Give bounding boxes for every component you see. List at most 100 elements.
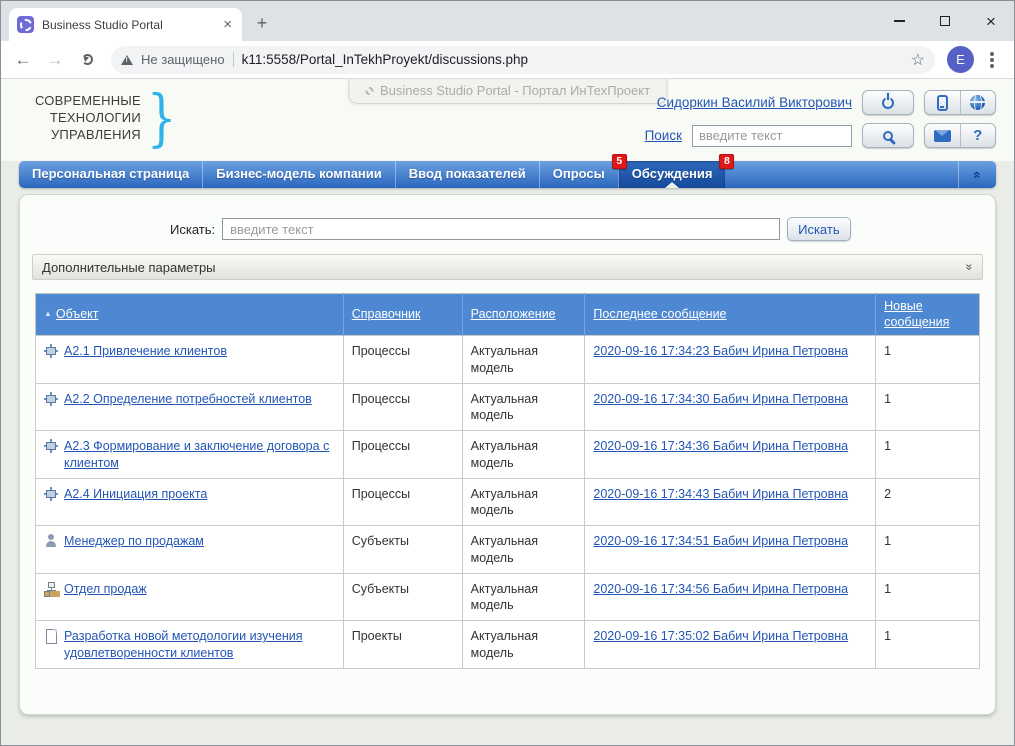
last-message-link[interactable]: 2020-09-16 17:34:23 Бабич Ирина Петровна [593, 344, 848, 358]
nav-tab-business-model[interactable]: Бизнес-модель компании [202, 161, 394, 188]
surveys-badge: 5 [612, 154, 627, 169]
search-input[interactable] [222, 218, 780, 240]
phone-icon [937, 95, 948, 111]
logo-line-3: УПРАВЛЕНИЯ [35, 127, 141, 144]
column-header-label[interactable]: Новые сообщения [884, 299, 949, 329]
last-message-link[interactable]: 2020-09-16 17:35:02 Бабич Ирина Петровна [593, 629, 848, 643]
security-label[interactable]: Не защищено [141, 52, 225, 67]
window-controls: × [876, 1, 1014, 41]
column-header-location[interactable]: Расположение [462, 294, 585, 336]
logout-button[interactable] [862, 90, 914, 115]
column-header-label[interactable]: Справочник [352, 307, 421, 321]
column-header-label[interactable]: Расположение [471, 307, 556, 321]
company-logo: СОВРЕМЕННЫЕ ТЕХНОЛОГИИ УПРАВЛЕНИЯ } [35, 92, 181, 145]
object-link[interactable]: А2.4 Инициация проекта [64, 486, 207, 502]
search-section: Искать: Искать [20, 195, 995, 241]
column-header-new-messages[interactable]: Новые сообщения [876, 294, 980, 336]
object-link[interactable]: А2.3 Формирование и заключение договора … [64, 438, 335, 471]
reload-icon [82, 54, 93, 65]
quick-search-button[interactable] [862, 123, 914, 148]
table-row: Разработка новой методологии изучения уд… [36, 621, 980, 669]
column-header-label[interactable]: Последнее сообщение [593, 307, 726, 321]
portal-app-title: Business Studio Portal - Портал ИнТехПро… [380, 83, 650, 98]
column-header-object[interactable]: ▲Объект [36, 294, 344, 336]
column-header-directory[interactable]: Справочник [343, 294, 462, 336]
maximize-button[interactable] [922, 1, 968, 41]
last-message-link[interactable]: 2020-09-16 17:34:51 Бабич Ирина Петровна [593, 534, 848, 548]
mail-button[interactable] [925, 124, 960, 147]
object-type-icon [44, 629, 58, 643]
address-bar[interactable]: Не защищено k11:5558/Portal_InTekhProyek… [111, 46, 935, 74]
nav-tab-indicators[interactable]: Ввод показателей [395, 161, 539, 188]
tab-close-icon[interactable]: × [221, 17, 234, 32]
browser-menu-dots-icon[interactable] [990, 58, 994, 62]
additional-params-bar[interactable]: Дополнительные параметры » [32, 254, 983, 280]
new-tab-button[interactable]: + [248, 9, 276, 37]
new-messages-cell: 1 [876, 336, 980, 384]
language-button[interactable] [960, 91, 996, 114]
object-type-icon [44, 392, 58, 406]
nav-tab-personal-page[interactable]: Персональная страница [19, 161, 202, 188]
chevron-down-icon[interactable]: » [963, 264, 977, 271]
directory-cell: Субъекты [343, 526, 462, 574]
mobile-version-button[interactable] [925, 91, 960, 114]
location-cell: Актуальная модель [462, 383, 585, 431]
not-secure-warning-icon[interactable] [121, 55, 133, 65]
column-header-label[interactable]: Объект [56, 307, 99, 321]
object-link[interactable]: А2.2 Определение потребностей клиентов [64, 391, 312, 407]
omnibox-divider [233, 52, 234, 67]
quick-search-link[interactable]: Поиск [645, 128, 682, 143]
location-cell: Актуальная модель [462, 573, 585, 621]
column-header-last-message[interactable]: Последнее сообщение [585, 294, 876, 336]
additional-params-title: Дополнительные параметры [42, 260, 216, 275]
minimize-icon [894, 20, 905, 22]
nav-tab-label: Опросы [553, 166, 605, 181]
object-link[interactable]: Разработка новой методологии изучения уд… [64, 628, 335, 661]
object-link[interactable]: Менеджер по продажам [64, 533, 204, 549]
last-message-link[interactable]: 2020-09-16 17:34:56 Бабич Ирина Петровна [593, 582, 848, 596]
object-type-icon [44, 439, 58, 453]
object-link[interactable]: Отдел продаж [64, 581, 147, 597]
url-text[interactable]: k11:5558/Portal_InTekhProyekt/discussion… [242, 52, 903, 67]
search-button[interactable]: Искать [787, 217, 851, 241]
last-message-link[interactable]: 2020-09-16 17:34:43 Бабич Ирина Петровна [593, 487, 848, 501]
quick-search-input[interactable] [692, 125, 852, 147]
location-cell: Актуальная модель [462, 526, 585, 574]
discussions-table-wrap: ▲Объект Справочник Расположение Последне… [35, 293, 980, 669]
browser-titlebar: Business Studio Portal × + × [1, 1, 1014, 41]
new-messages-cell: 2 [876, 478, 980, 526]
portal-header: Business Studio Portal - Портал ИнТехПро… [1, 79, 1014, 161]
help-button[interactable]: ? [960, 124, 996, 147]
object-link[interactable]: А2.1 Привлечение клиентов [64, 343, 227, 359]
nav-tab-label: Ввод показателей [409, 166, 526, 181]
object-type-icon [44, 534, 58, 548]
back-button[interactable]: ← [9, 46, 37, 74]
browser-tab-title: Business Studio Portal [42, 18, 213, 32]
browser-window: Business Studio Portal × + × ← → Не защи… [0, 0, 1015, 746]
browser-tab[interactable]: Business Studio Portal × [9, 8, 242, 41]
table-header-row: ▲Объект Справочник Расположение Последне… [36, 294, 980, 336]
nav-collapse-button[interactable]: « [958, 161, 996, 188]
bookmark-star-icon[interactable]: ☆ [911, 50, 925, 70]
profile-avatar[interactable]: E [947, 46, 974, 73]
location-cell: Актуальная модель [462, 431, 585, 479]
help-icon: ? [973, 127, 982, 144]
nav-tab-discussions[interactable]: Обсуждения8 [618, 161, 726, 188]
location-cell: Актуальная модель [462, 478, 585, 526]
discussions-table: ▲Объект Справочник Расположение Последне… [35, 293, 980, 669]
table-row: Отдел продаж Субъекты Актуальная модель … [36, 573, 980, 621]
directory-cell: Субъекты [343, 573, 462, 621]
reload-button[interactable] [73, 46, 101, 74]
last-message-link[interactable]: 2020-09-16 17:34:36 Бабич Ирина Петровна [593, 439, 848, 453]
user-name-link[interactable]: Сидоркин Василий Викторович [657, 95, 852, 110]
logo-line-2: ТЕХНОЛОГИИ [35, 110, 141, 127]
forward-button[interactable]: → [41, 46, 69, 74]
new-messages-cell: 1 [876, 526, 980, 574]
minimize-button[interactable] [876, 1, 922, 41]
last-message-link[interactable]: 2020-09-16 17:34:30 Бабич Ирина Петровна [593, 392, 848, 406]
nav-tab-surveys[interactable]: Опросы5 [539, 161, 618, 188]
close-button[interactable]: × [968, 1, 1014, 41]
object-type-icon [44, 487, 58, 501]
directory-cell: Процессы [343, 431, 462, 479]
table-row: А2.1 Привлечение клиентов Процессы Актуа… [36, 336, 980, 384]
